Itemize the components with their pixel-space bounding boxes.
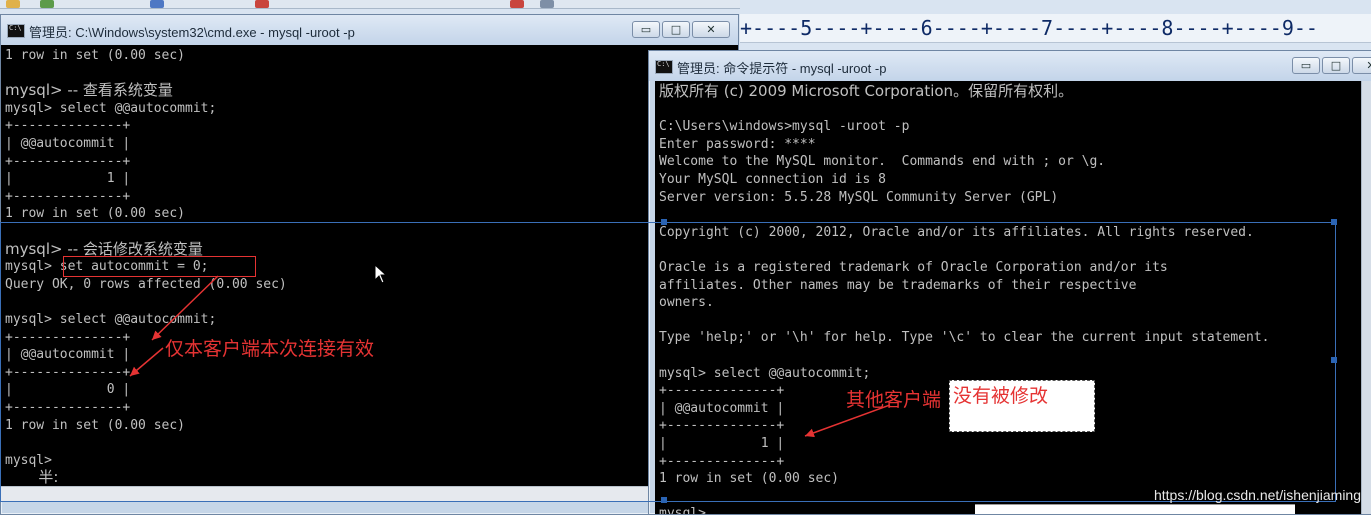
console-line: 1 row in set (0.00 sec) (5, 48, 186, 63)
console-line: mysql> -- 查看系统变量 (5, 81, 173, 100)
console-line: +--------------+ (5, 153, 131, 169)
toolbar-icon[interactable] (150, 0, 164, 8)
toolbar-icon[interactable] (255, 0, 269, 8)
console-line: | @@autocommit | (5, 136, 131, 151)
toolbar-icon[interactable] (510, 0, 524, 8)
console-line: 1 row in set (0.00 sec) (5, 206, 186, 222)
console-line: | 1 | (5, 171, 131, 187)
console-line: Your MySQL connection id is 8 (659, 172, 886, 187)
minimize-button[interactable]: ▭ (632, 21, 660, 38)
right-vertical-scrollbar[interactable] (1361, 81, 1371, 514)
left-window-titlebar[interactable]: 管理员: C:\Windows\system32\cmd.exe - mysql… (1, 15, 738, 45)
left-window-title: 管理员: C:\Windows\system32\cmd.exe - mysql… (29, 25, 355, 40)
toolbar-icon[interactable] (540, 0, 554, 8)
console-line: Server version: 5.5.28 MySQL Community S… (659, 189, 1059, 205)
close-button[interactable]: ✕ (692, 21, 730, 38)
right-window-title: 管理员: 命令提示符 - mysql -uroot -p (677, 61, 887, 76)
watermark: https://blog.csdn.net/ishenjiaming (1153, 487, 1361, 503)
console-line: +--------------+ (5, 118, 131, 134)
background-toolbar (0, 0, 740, 9)
close-button[interactable]: ✕ (1352, 57, 1371, 74)
cmd-icon (7, 24, 25, 38)
selection-handle[interactable] (661, 497, 667, 503)
selection-handle[interactable] (1331, 219, 1337, 225)
toolbar-icon[interactable] (6, 0, 20, 8)
maximize-button[interactable]: □ (1322, 57, 1350, 74)
maximize-button[interactable]: □ (662, 21, 690, 38)
toolbar-icon[interactable] (40, 0, 54, 8)
console-line: Welcome to the MySQL monitor. Commands e… (659, 154, 1106, 170)
right-window-controls: ▭ □ ✕ (1292, 57, 1371, 74)
console-line: Enter password: **** (659, 136, 816, 152)
selection-handle[interactable] (661, 219, 667, 225)
console-line: C:\Users\windows>mysql -uroot -p (659, 119, 910, 135)
console-line: mysql> select @@autocommit; (5, 100, 217, 116)
right-window-titlebar[interactable]: 管理员: 命令提示符 - mysql -uroot -p ▭ □ ✕ (649, 51, 1371, 81)
ruler-text: +----5----+----6----+----7----+----8----… (740, 16, 1318, 40)
column-ruler: +----5----+----6----+----7----+----8----… (740, 14, 1371, 43)
console-line: 版权所有 (c) 2009 Microsoft Corporation。保留所有… (659, 82, 1074, 100)
console-line: +--------------+ (5, 188, 131, 204)
selection-handle[interactable] (1331, 357, 1337, 363)
selection-rectangle[interactable] (0, 222, 1336, 502)
minimize-button[interactable]: ▭ (1292, 57, 1320, 74)
left-window-controls: ▭ □ ✕ (632, 21, 730, 38)
cmd-icon (655, 60, 673, 74)
